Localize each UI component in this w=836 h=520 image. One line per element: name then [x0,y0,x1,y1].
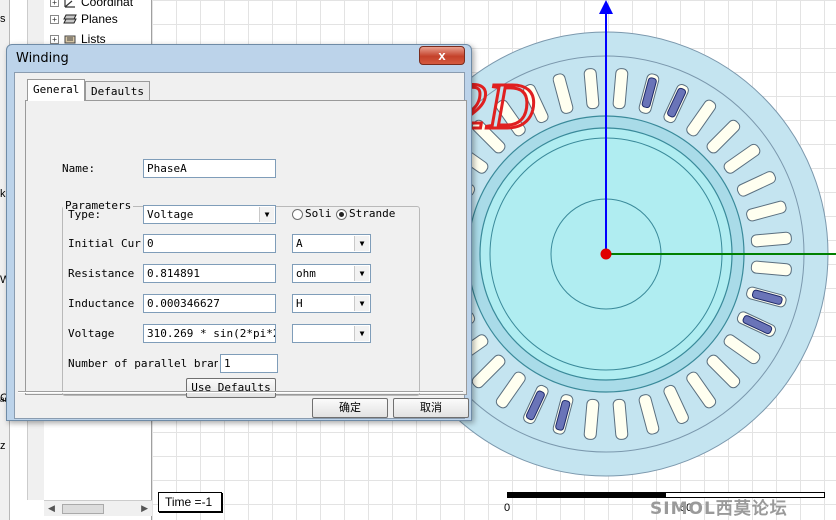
winding-dialog: Winding x General Defaults Name: PhaseA … [6,44,472,421]
y-axis-arrow-icon [599,0,613,14]
stranded-radio[interactable] [336,209,347,220]
cut-text: s [0,13,6,25]
resistance-unit-value: ohm [296,267,316,280]
chevron-down-icon[interactable]: ▼ [354,326,369,341]
chevron-down-icon[interactable]: ▼ [354,296,369,311]
inductance-label: Inductance [68,297,135,310]
scrollbar-thumb[interactable] [62,504,104,514]
cancel-button[interactable]: 取消 [393,398,469,418]
solid-radio[interactable] [292,209,303,220]
tree-horizontal-scrollbar[interactable]: ◀ ▶ [44,500,152,516]
expand-icon[interactable]: + [50,0,59,7]
inductance-field[interactable]: 0.000346627 [143,294,276,313]
initial-current-label: Initial Curr [68,237,141,250]
chevron-down-icon[interactable]: ▼ [354,266,369,281]
resistance-label: Resistance [68,267,135,280]
scale-bar-fill [508,493,666,497]
cut-text: k [0,188,6,200]
name-field[interactable]: PhaseA [143,159,276,178]
parallel-branches-field[interactable]: 1 [220,354,278,373]
general-tab-page: Name: PhaseA Parameters Type: Voltage ▼ … [25,100,467,398]
time-label: Time =-1 [158,492,222,512]
parallel-branches-label: Number of parallel branc [68,357,218,370]
voltage-field[interactable]: 310.269 * sin(2*pi*266 [143,324,276,343]
close-button[interactable]: x [419,46,465,65]
voltage-unit-select[interactable]: ▼ [292,324,371,343]
origin-marker [600,248,612,260]
stranded-label: Strande [349,207,396,220]
watermark-logo: SIMOL西莫论坛 [650,499,788,519]
ok-button[interactable]: 确定 [312,398,388,418]
resistance-unit-select[interactable]: ohm ▼ [292,264,371,283]
use-defaults-button[interactable]: Use Defaults [186,378,276,398]
tab-general[interactable]: General [27,79,86,101]
planes-icon [63,14,77,24]
inductance-unit-value: H [296,297,303,310]
chevron-down-icon[interactable]: ▼ [354,236,369,251]
resistance-field[interactable]: 0.814891 [143,264,276,283]
tree-item-label: Planes [81,12,118,26]
tree-item-planes[interactable]: + Planes [50,11,118,27]
type-select[interactable]: Voltage ▼ [143,205,276,224]
close-icon: x [438,48,446,63]
inductance-unit-select[interactable]: H ▼ [292,294,371,313]
current-unit-select[interactable]: A ▼ [292,234,371,253]
expand-icon[interactable]: + [50,14,59,24]
scale-tick-label: 0 [504,502,511,514]
initial-current-field[interactable]: 0 [143,234,276,253]
expand-icon[interactable]: + [50,34,59,44]
cut-text: z [0,440,6,452]
scroll-left-icon[interactable]: ◀ [48,503,55,514]
tree-item-label: Coordinat [81,0,134,9]
voltage-label: Voltage [68,327,115,340]
tab-defaults[interactable]: Defaults [85,81,150,101]
tree-item-coordinate-systems[interactable]: + Coordinat [50,0,133,10]
type-select-value: Voltage [147,208,194,221]
solid-label: Soli [305,207,332,220]
current-unit-value: A [296,237,303,250]
dialog-body: General Defaults Name: PhaseA Parameters… [14,72,467,419]
name-label: Name: [62,162,96,175]
type-label: Type: [68,208,102,221]
dialog-title: Winding [16,51,69,66]
chevron-down-icon[interactable]: ▼ [259,207,274,222]
dialog-button-separator [18,391,463,393]
scroll-right-icon[interactable]: ▶ [141,503,148,514]
coordinate-system-icon [64,0,75,8]
